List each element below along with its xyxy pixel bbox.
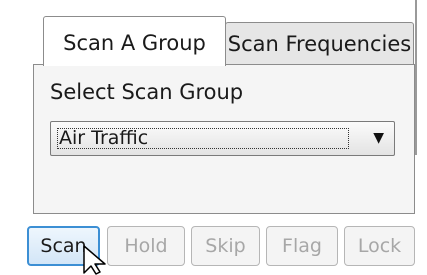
select-scan-group-label: Select Scan Group — [50, 80, 244, 104]
mouse-pointer-icon — [83, 245, 106, 275]
hold-button[interactable]: Hold — [107, 226, 185, 266]
scan-group-dropdown[interactable]: Air Traffic ▼ — [50, 121, 395, 156]
lock-button[interactable]: Lock — [344, 226, 415, 266]
scan-group-panel: Select Scan Group Air Traffic ▼ — [33, 64, 415, 214]
skip-button[interactable]: Skip — [191, 226, 260, 266]
tab-scan-frequencies[interactable]: Scan Frequencies — [225, 22, 414, 65]
selected-scan-group: Air Traffic — [57, 128, 349, 149]
tab-label: Scan Frequencies — [227, 32, 412, 56]
chevron-down-icon[interactable]: ▼ — [373, 128, 384, 149]
window-frame-edge — [415, 0, 417, 155]
tab-scan-a-group[interactable]: Scan A Group — [43, 16, 226, 66]
tab-label: Scan A Group — [63, 31, 206, 55]
flag-button[interactable]: Flag — [266, 226, 338, 266]
